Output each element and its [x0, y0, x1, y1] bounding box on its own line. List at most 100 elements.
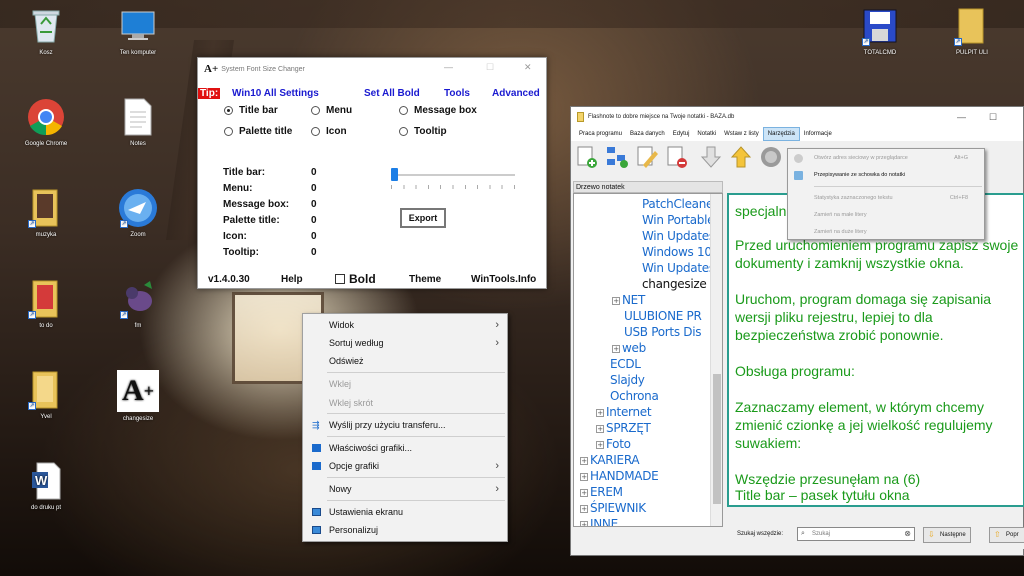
- tree-item[interactable]: Win Updates: [642, 229, 715, 243]
- menu-baza-danych[interactable]: Baza danych: [626, 127, 669, 141]
- desktop-icon-muzyka[interactable]: ↗ muzyka: [16, 188, 76, 239]
- desktop-icon-fm[interactable]: ↗ fm: [108, 279, 168, 330]
- tree-item[interactable]: USB Ports Dis: [624, 325, 702, 339]
- previous-button[interactable]: ⇧ Popr: [989, 527, 1024, 543]
- export-button[interactable]: Export: [400, 208, 446, 228]
- window-titlebar[interactable]: Flashnote to dobre miejsce na Twoje nota…: [571, 107, 1023, 127]
- expand-icon[interactable]: +: [596, 409, 604, 417]
- menu-item-przepisywanie[interactable]: Przepisywanie ze schowka do notatki: [788, 168, 984, 182]
- tree-item[interactable]: ULUBIONE PR: [624, 309, 702, 323]
- tree-item[interactable]: + INNE: [580, 517, 618, 526]
- search-input[interactable]: Szukaj ⌕ ⊗: [797, 527, 915, 541]
- menu-edytuj[interactable]: Edytuj: [669, 127, 694, 141]
- menu-item-widok[interactable]: Widok ›: [303, 317, 507, 333]
- menu-narzedzia[interactable]: Narzędzia: [762, 127, 800, 141]
- desktop-icon-yvel[interactable]: ↗ Yvel: [16, 370, 76, 421]
- tree-item[interactable]: Win Updates: [642, 261, 715, 275]
- menu-informacje[interactable]: Informacje: [800, 127, 836, 141]
- tree-item[interactable]: + ŚPIEWNIK: [580, 501, 646, 515]
- menu-item-nowy[interactable]: Nowy ›: [303, 481, 507, 497]
- desktop-icon-chrome[interactable]: Google Chrome: [16, 97, 76, 148]
- expand-icon[interactable]: +: [580, 489, 588, 497]
- tree-item[interactable]: ECDL: [610, 357, 641, 371]
- tree-item-selected[interactable]: changesize: [642, 277, 707, 291]
- move-down-icon[interactable]: [699, 145, 723, 169]
- expand-icon[interactable]: +: [580, 521, 588, 526]
- wintools-link[interactable]: WinTools.Info: [471, 274, 536, 285]
- menu-item-wyslij-transfer[interactable]: ⇶ Wyślij przy użyciu transferu...: [303, 417, 507, 433]
- radio-menu[interactable]: Menu: [311, 105, 352, 116]
- new-note-icon[interactable]: [575, 145, 599, 169]
- menu-item-label: Otwórz adres sieciowy w przeglądarce: [814, 155, 908, 161]
- edit-note-icon[interactable]: [635, 145, 659, 169]
- desktop-icon-this-pc[interactable]: Ten komputer: [108, 6, 168, 57]
- clear-search-icon[interactable]: ⊗: [904, 528, 911, 540]
- menu-item-sortuj[interactable]: Sortuj według ›: [303, 335, 507, 351]
- font-size-slider-thumb[interactable]: [391, 168, 398, 181]
- expand-icon[interactable]: +: [596, 425, 604, 433]
- tree-item[interactable]: + Foto: [596, 437, 631, 451]
- radio-icon[interactable]: Icon: [311, 126, 347, 137]
- menu-item-wlasciwosci-grafiki[interactable]: Właściwości grafiki...: [303, 440, 507, 456]
- radio-palette-title[interactable]: Palette title: [224, 126, 292, 137]
- menu-item-opcje-grafiki[interactable]: Opcje grafiki ›: [303, 458, 507, 474]
- tree-item[interactable]: + NET: [612, 293, 645, 307]
- move-up-icon[interactable]: [729, 145, 753, 169]
- desktop-icon-notes[interactable]: Notes: [108, 97, 168, 148]
- menu-item-personalizuj[interactable]: Personalizuj: [303, 522, 507, 538]
- theme-link[interactable]: Theme: [409, 274, 441, 285]
- tree-item[interactable]: + HANDMADE: [580, 469, 659, 483]
- desktop-icon-pulpit-uli[interactable]: ↗ PULPIT ULI: [942, 6, 1002, 57]
- desktop-icon-recycle-bin[interactable]: Kosz: [16, 6, 76, 57]
- expand-icon[interactable]: +: [580, 505, 588, 513]
- shortcut-arrow-icon: ↗: [28, 220, 36, 228]
- desktop-icon-to-do[interactable]: ↗ to do: [16, 279, 76, 330]
- delete-note-icon[interactable]: [665, 145, 689, 169]
- menu-praca-programu[interactable]: Praca programu: [575, 127, 626, 141]
- maximize-icon[interactable]: ☐: [989, 112, 997, 123]
- scrollbar-thumb[interactable]: [713, 374, 721, 504]
- bold-checkbox[interactable]: Bold: [335, 272, 376, 286]
- expand-icon[interactable]: +: [596, 441, 604, 449]
- expand-icon[interactable]: +: [612, 297, 620, 305]
- tree-item[interactable]: Slajdy: [610, 373, 645, 387]
- set-all-bold-link[interactable]: Set All Bold: [364, 88, 420, 99]
- tree-item[interactable]: Windows 10: [642, 245, 712, 259]
- radio-message-box[interactable]: Message box: [399, 105, 477, 116]
- expand-icon[interactable]: +: [612, 345, 620, 353]
- help-link[interactable]: Help: [281, 274, 303, 285]
- tree-item[interactable]: + EREM: [580, 485, 623, 499]
- new-subnote-icon[interactable]: [605, 145, 629, 169]
- expand-icon[interactable]: +: [580, 457, 588, 465]
- menu-separator: [327, 413, 505, 414]
- tree-item[interactable]: Win Portable: [642, 213, 715, 227]
- note-editor[interactable]: specjalnie Przed uruchomieniem programu …: [727, 193, 1024, 507]
- menu-notatki[interactable]: Notatki: [693, 127, 720, 141]
- next-button[interactable]: ⇩ Następne: [923, 527, 971, 543]
- menu-item-odswiez[interactable]: Odśwież: [303, 353, 507, 369]
- desktop-icon-do-druku-pt[interactable]: W do druku pt: [16, 461, 76, 512]
- menu-wstaw-z-listy[interactable]: Wstaw z listy: [720, 127, 763, 141]
- tools-link[interactable]: Tools: [444, 88, 470, 99]
- globe-icon[interactable]: [759, 145, 783, 169]
- tree-scrollbar[interactable]: [710, 194, 722, 526]
- tree-item[interactable]: PatchCleane: [642, 197, 713, 211]
- tree-item[interactable]: Ochrona: [610, 389, 659, 403]
- tree-item[interactable]: + web: [612, 341, 646, 355]
- font-size-slider-track[interactable]: [391, 174, 515, 176]
- win10-settings-link[interactable]: Win10 All Settings: [232, 88, 319, 99]
- desktop-icon-zoom[interactable]: ↗ Zoom: [108, 188, 168, 239]
- menu-item-ustawienia-ekranu[interactable]: Ustawienia ekranu: [303, 504, 507, 520]
- desktop-icon-changesize[interactable]: A + changesize: [108, 370, 168, 423]
- minimize-icon[interactable]: —: [957, 112, 966, 122]
- radio-tooltip[interactable]: Tooltip: [399, 126, 447, 137]
- expand-icon[interactable]: +: [580, 473, 588, 481]
- radio-title-bar[interactable]: Title bar: [224, 105, 278, 116]
- tree-item[interactable]: + KARIERA: [580, 453, 640, 467]
- advanced-link[interactable]: Advanced: [492, 88, 540, 99]
- minimize-icon[interactable]: —: [444, 62, 453, 72]
- desktop-icon-totalcmd[interactable]: ↗ TOTALCMD: [850, 6, 910, 57]
- tree-item[interactable]: + Internet: [596, 405, 652, 419]
- tree-item[interactable]: + SPRZĘT: [596, 421, 651, 435]
- close-icon[interactable]: ✕: [524, 62, 532, 73]
